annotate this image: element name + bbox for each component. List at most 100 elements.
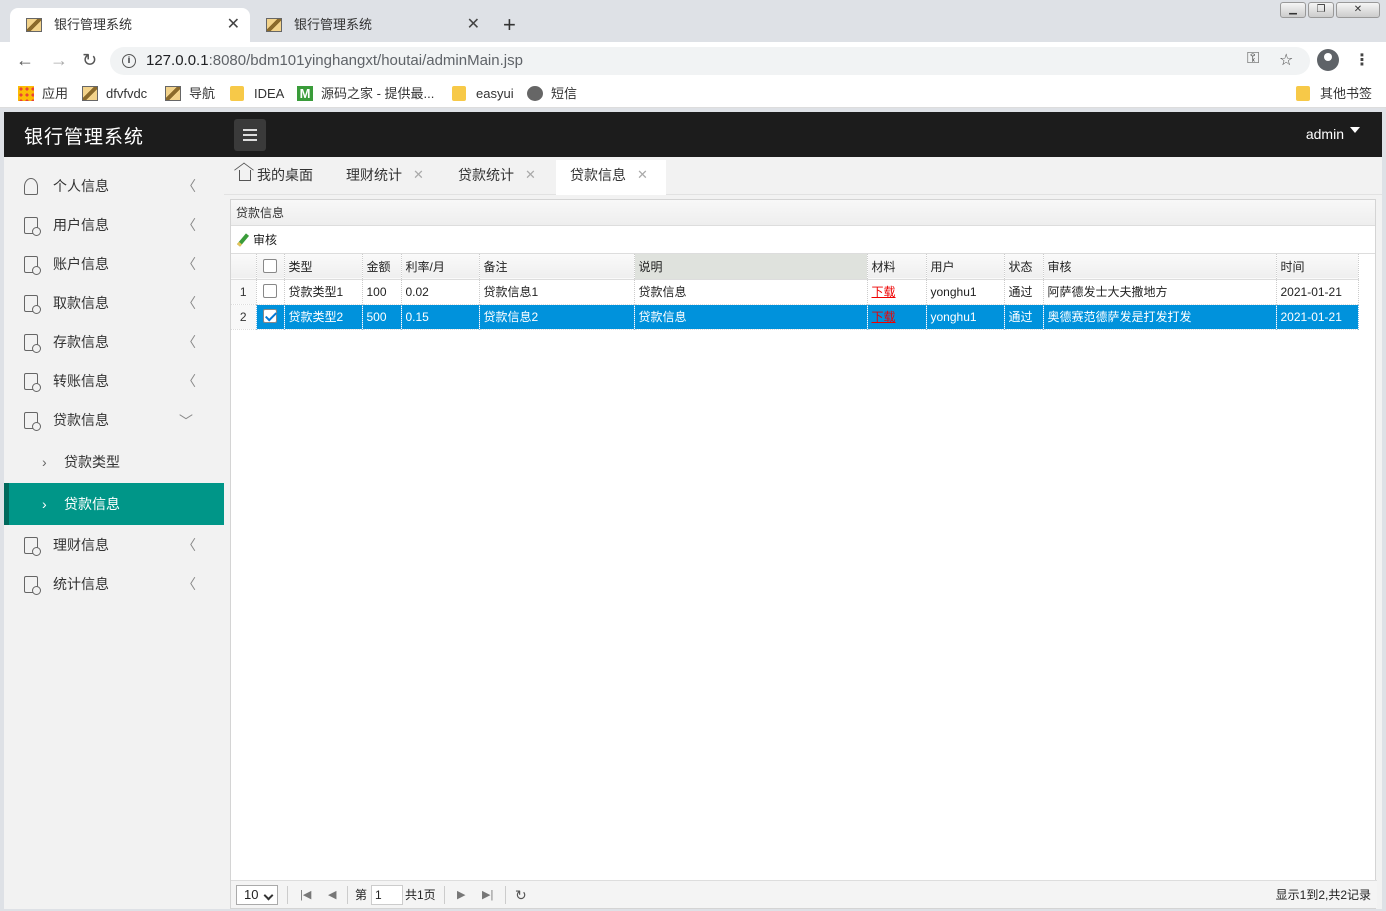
row-checkbox[interactable] xyxy=(256,304,285,329)
sidebar-item-profile[interactable]: 个人信息〈 xyxy=(4,167,224,206)
app-window: 银行管理系统 admin 个人信息〈 用户信息〈 账户信息〈 取款信息〈 存款信… xyxy=(4,112,1382,909)
url-path: :8080/bdm101yinghangxt/houtai/adminMain.… xyxy=(208,52,523,69)
row-checkbox[interactable] xyxy=(256,279,285,304)
bookmark-source[interactable]: M 源码之家 - 提供最... xyxy=(297,85,434,103)
page-total: 共1页 xyxy=(405,888,436,902)
info-icon[interactable]: i xyxy=(122,54,136,68)
key-icon[interactable]: ⚿ xyxy=(1247,50,1259,68)
document-icon xyxy=(24,576,41,595)
forward-icon[interactable]: → xyxy=(50,50,68,71)
document-icon xyxy=(24,256,41,275)
sidebar-item-finance[interactable]: 理财信息〈 xyxy=(4,526,224,565)
new-tab-icon[interactable]: + xyxy=(503,12,516,38)
tab-loan-info[interactable]: 贷款信息 ✕ xyxy=(556,160,666,195)
star-icon[interactable]: ☆ xyxy=(1279,50,1293,70)
sidebar-item-loans[interactable]: 贷款信息〈 xyxy=(4,401,224,440)
bookmark-easyui[interactable]: easyui xyxy=(452,85,514,103)
first-page-icon[interactable]: |◀ xyxy=(300,881,311,909)
column-header[interactable]: 类型 xyxy=(284,254,363,279)
browser-tab-1[interactable]: 银行管理系统 ✕ xyxy=(10,8,250,42)
document-icon xyxy=(24,537,41,556)
last-page-icon[interactable]: ▶| xyxy=(482,881,493,909)
column-header[interactable]: 材料 xyxy=(867,254,927,279)
chevron-left-icon: 〈 xyxy=(182,537,196,553)
refresh-icon[interactable]: ↻ xyxy=(515,881,527,909)
pagination-info: 显示1到2,共2记录 xyxy=(1275,888,1371,902)
cell-user: yonghu1 xyxy=(926,279,1005,304)
bookmark-idea[interactable]: IDEA xyxy=(230,85,284,103)
document-icon xyxy=(24,295,41,314)
column-header[interactable]: 审核 xyxy=(1043,254,1277,279)
row-number: 1 xyxy=(231,279,257,304)
grid-toolbar: 审核 xyxy=(231,226,1375,254)
table-row[interactable]: 2 贷款类型2 500 0.15 贷款信息2 贷款信息 下载 yonghu1 通… xyxy=(231,304,1359,329)
caret-down-icon xyxy=(1350,127,1360,138)
download-link[interactable]: 下载 xyxy=(872,310,896,324)
browser-tab-title: 银行管理系统 xyxy=(294,17,373,32)
chevron-down-icon: 〈 xyxy=(178,413,195,428)
sidebar-subitem-loan-info[interactable]: › 贷款信息 xyxy=(4,483,224,525)
table-row[interactable]: 1 贷款类型1 100 0.02 贷款信息1 贷款信息 下载 yonghu1 通… xyxy=(231,279,1359,304)
next-page-icon[interactable]: ▶ xyxy=(457,881,465,909)
page-size-select[interactable]: 10 xyxy=(236,885,278,905)
column-header[interactable]: 利率/月 xyxy=(401,254,480,279)
username: admin xyxy=(1305,126,1344,142)
chevron-left-icon: 〈 xyxy=(182,217,196,233)
back-icon[interactable]: ← xyxy=(16,50,34,71)
prev-page-icon[interactable]: ◀ xyxy=(328,881,336,909)
column-header[interactable]: 说明 xyxy=(634,254,868,279)
window-close-icon[interactable]: ✕ xyxy=(1336,2,1380,18)
sidebar-item-transfer[interactable]: 转账信息〈 xyxy=(4,362,224,401)
page-icon xyxy=(82,86,98,101)
close-icon[interactable]: ✕ xyxy=(467,8,480,42)
close-icon[interactable]: ✕ xyxy=(227,8,240,42)
cell-status: 通过 xyxy=(1004,279,1044,304)
minimize-icon[interactable]: ▁ xyxy=(1280,2,1306,18)
chevron-left-icon: 〈 xyxy=(182,373,196,389)
column-header[interactable]: 备注 xyxy=(479,254,635,279)
close-icon[interactable]: ✕ xyxy=(413,160,424,190)
bookmark-apps[interactable]: 应用 xyxy=(18,85,68,103)
download-link[interactable]: 下载 xyxy=(872,285,896,299)
column-header[interactable]: 状态 xyxy=(1004,254,1044,279)
browser-tab-2[interactable]: 银行管理系统 ✕ xyxy=(250,8,490,42)
close-icon[interactable]: ✕ xyxy=(637,160,648,190)
bookmark-sms[interactable]: 短信 xyxy=(527,85,577,103)
sidebar-item-stats[interactable]: 统计信息〈 xyxy=(4,565,224,604)
bookmark-other[interactable]: 其他书签 xyxy=(1296,85,1372,103)
menu-toggle-icon[interactable] xyxy=(234,119,266,151)
app-header: 银行管理系统 admin xyxy=(4,112,1382,157)
tab-finance-stats[interactable]: 理财统计 ✕ xyxy=(346,160,436,195)
user-menu[interactable]: admin xyxy=(1306,126,1360,142)
page-number-input[interactable]: 1 xyxy=(371,885,403,905)
close-icon[interactable]: ✕ xyxy=(525,160,536,190)
column-header[interactable]: 时间 xyxy=(1276,254,1359,279)
document-icon xyxy=(24,373,41,392)
sidebar-subitem-loan-types[interactable]: › 贷款类型 xyxy=(4,441,224,483)
select-all-checkbox[interactable] xyxy=(256,254,285,279)
page-icon xyxy=(165,86,181,101)
pagination-bar: 10 |◀ ◀ 第 1 共1页 ▶ ▶| ↻ 显示1到2,共2记录 xyxy=(231,880,1377,908)
sidebar-item-accounts[interactable]: 账户信息〈 xyxy=(4,245,224,284)
cell-remark: 贷款信息2 xyxy=(479,304,635,329)
bookmark-nav[interactable]: 导航 xyxy=(165,85,215,103)
cell-description: 贷款信息 xyxy=(634,279,868,304)
reload-icon[interactable]: ↻ xyxy=(82,50,97,71)
column-header[interactable]: 用户 xyxy=(926,254,1005,279)
sidebar-item-deposit[interactable]: 存款信息〈 xyxy=(4,323,224,362)
document-icon xyxy=(24,412,41,431)
tab-loan-stats[interactable]: 贷款统计 ✕ xyxy=(458,160,548,195)
bookmark-dfvfvdc[interactable]: dfvfvdc xyxy=(82,85,147,103)
m-logo-icon: M xyxy=(297,86,313,101)
menu-dots-icon[interactable]: ⋮ xyxy=(1354,50,1370,70)
profile-avatar-icon[interactable] xyxy=(1317,49,1339,71)
sidebar-item-users[interactable]: 用户信息〈 xyxy=(4,206,224,245)
address-bar[interactable]: i 127.0.0.1:8080/bdm101yinghangxt/houtai… xyxy=(110,47,1310,75)
review-button[interactable]: 审核 xyxy=(236,233,277,247)
tab-desktop[interactable]: 我的桌面 xyxy=(239,160,313,195)
cell-time: 2021-01-21 xyxy=(1276,279,1359,304)
maximize-icon[interactable]: ❐ xyxy=(1308,2,1334,18)
column-header[interactable]: 金额 xyxy=(362,254,402,279)
cell-type: 贷款类型1 xyxy=(284,279,363,304)
sidebar-item-withdraw[interactable]: 取款信息〈 xyxy=(4,284,224,323)
